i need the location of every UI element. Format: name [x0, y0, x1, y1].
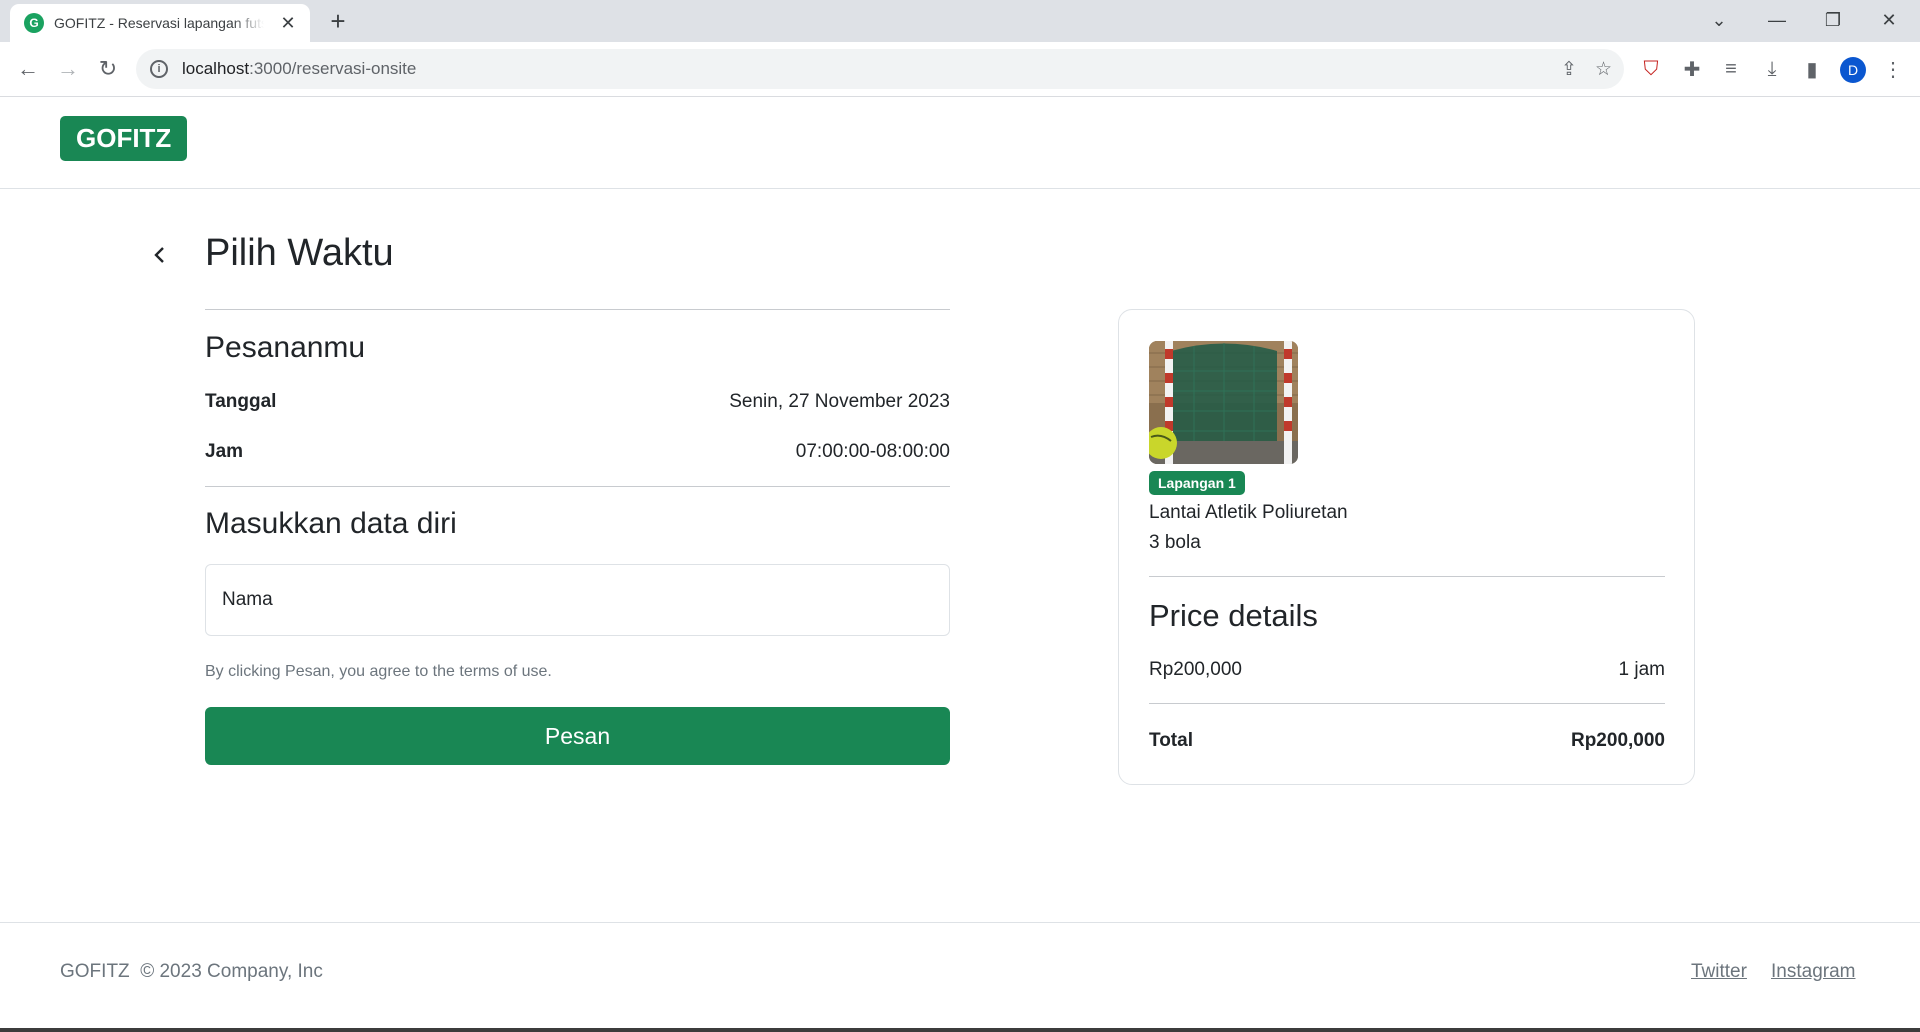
browser-tab[interactable]: G GOFITZ - Reservasi lapangan futsal ✕: [10, 4, 310, 42]
url-path: :3000/reservasi-onsite: [249, 59, 417, 78]
info-icon[interactable]: i: [150, 60, 168, 78]
date-value: Senin, 27 November 2023: [729, 391, 950, 412]
site-footer: GOFITZ © 2023 Company, Inc Twitter Insta…: [0, 922, 1920, 1032]
reading-list-icon[interactable]: ≡: [1718, 56, 1744, 82]
back-arrow-icon[interactable]: ←: [13, 54, 43, 84]
taskbar-edge: [0, 1028, 1920, 1032]
reload-icon[interactable]: ↻: [93, 54, 123, 84]
total-value: Rp200,000: [1570, 730, 1665, 751]
share-icon[interactable]: ⇪: [1561, 58, 1577, 81]
divider: [205, 309, 950, 310]
close-window-icon[interactable]: ✕: [1862, 0, 1916, 40]
site-logo[interactable]: GOFITZ: [60, 116, 188, 161]
divider: [205, 486, 950, 487]
price-value: Rp200,000: [1149, 659, 1242, 680]
forward-arrow-icon[interactable]: →: [53, 54, 83, 84]
divider: [1149, 576, 1665, 577]
ball-count: 3 bola: [1149, 532, 1201, 553]
date-label: Tanggal: [205, 391, 277, 412]
download-icon[interactable]: ⤓: [1759, 56, 1785, 82]
divider: [1149, 703, 1665, 704]
back-button[interactable]: [148, 243, 172, 267]
name-input[interactable]: [205, 564, 950, 636]
omnibox-actions: ⇪ ☆: [1561, 58, 1612, 81]
duration-value: 1 jam: [1618, 659, 1665, 680]
address-bar[interactable]: i localhost:3000/reservasi-onsite ⇪ ☆: [136, 49, 1624, 89]
floor-type: Lantai Atletik Poliuretan: [1149, 502, 1348, 523]
time-label: Jam: [205, 441, 244, 462]
menu-icon[interactable]: ⋮: [1880, 56, 1906, 82]
minimize-icon[interactable]: —: [1750, 0, 1804, 40]
footer-copyright: GOFITZ © 2023 Company, Inc: [60, 961, 323, 982]
field-image: [1149, 341, 1298, 464]
close-tab-icon[interactable]: ✕: [278, 13, 298, 34]
twitter-link[interactable]: Twitter: [1691, 961, 1747, 983]
order-section-title: Pesananmu: [205, 331, 366, 364]
restore-icon[interactable]: ❐: [1806, 0, 1860, 40]
tab-search-icon[interactable]: ⌄: [1692, 0, 1746, 40]
browser-tabstrip: G GOFITZ - Reservasi lapangan futsal ✕ +…: [0, 0, 1920, 42]
pesan-button[interactable]: Pesan: [205, 707, 950, 765]
booking-summary-card: Lapangan 1 Lantai Atletik Poliuretan 3 b…: [1118, 309, 1695, 785]
shield-extension-icon[interactable]: ⛉: [1638, 56, 1664, 82]
site-header: GOFITZ: [0, 97, 1920, 189]
star-icon[interactable]: ☆: [1595, 58, 1612, 81]
tab-title: GOFITZ - Reservasi lapangan futsal: [54, 15, 264, 31]
time-value: 07:00:00-08:00:00: [795, 441, 950, 462]
side-panel-icon[interactable]: ▮: [1799, 56, 1825, 82]
page-title: Pilih Waktu: [205, 232, 394, 274]
profile-avatar[interactable]: D: [1840, 57, 1866, 83]
extensions-icon[interactable]: ✚: [1679, 56, 1705, 82]
price-details-title: Price details: [1149, 598, 1318, 633]
personal-data-title: Masukkan data diri: [205, 507, 457, 540]
url-host: localhost: [182, 59, 250, 78]
new-tab-icon[interactable]: +: [324, 8, 352, 36]
terms-text: By clicking Pesan, you agree to the term…: [205, 663, 552, 680]
total-label: Total: [1149, 730, 1193, 751]
url-text: localhost:3000/reservasi-onsite: [182, 59, 416, 79]
field-badge: Lapangan 1: [1149, 471, 1245, 495]
browser-toolbar: ← → ↻ i localhost:3000/reservasi-onsite …: [0, 42, 1920, 97]
favicon-icon: G: [24, 13, 44, 33]
instagram-link[interactable]: Instagram: [1771, 961, 1855, 983]
chevron-left-icon: [154, 247, 164, 263]
